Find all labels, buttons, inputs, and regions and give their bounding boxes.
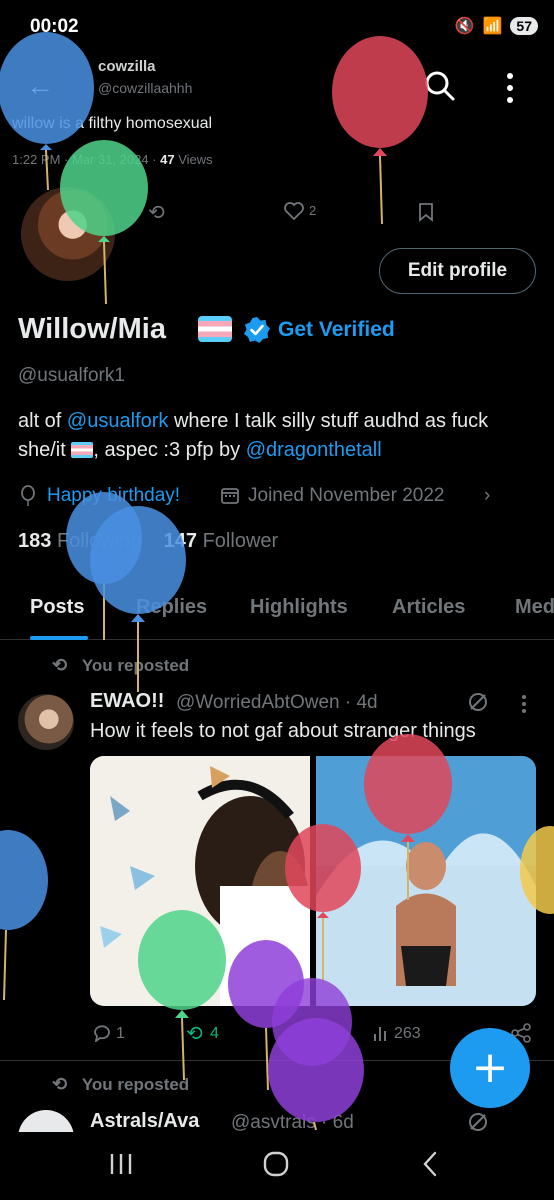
status-icons: 🔇 📶 57 <box>455 16 538 36</box>
balloon-red-top <box>332 36 428 225</box>
status-time: 00:02 <box>30 16 79 37</box>
tab-posts[interactable]: Posts <box>30 596 84 619</box>
tweet1-name[interactable]: EWAO!! <box>90 690 164 713</box>
like-icon[interactable] <box>284 202 304 220</box>
chevron-right-icon[interactable]: › <box>484 485 490 507</box>
profile-avatar[interactable] <box>18 184 118 284</box>
back-arrow-icon[interactable]: ← <box>26 70 54 102</box>
tab-replies[interactable]: Replies <box>136 596 207 619</box>
tweet1-replies: 1 <box>116 1025 125 1042</box>
recents-icon[interactable] <box>108 1152 134 1176</box>
follow-stats: 183 Following 147 Follower <box>18 530 278 553</box>
trans-flag-emoji <box>198 316 232 342</box>
tweet2-handle[interactable]: @asvtrals · 6d <box>231 1112 354 1134</box>
repost-icon[interactable]: ⟲ <box>148 200 165 225</box>
tweet1-repost-line: ⟲ You reposted <box>52 655 189 676</box>
profile-meta-row: Happy birthday! Joined November 2022 › <box>18 482 538 510</box>
peek-tweet-time: 1:22 PM · Mar 31, 2024 · <box>12 152 157 167</box>
peek-tweet-text: willow is a filthy homosexual <box>12 115 213 132</box>
tweet2-repost-line: ⟲ You reposted <box>52 1074 189 1095</box>
bookmark-icon[interactable] <box>418 202 434 222</box>
peek-tweet-name: cowzilla <box>98 58 156 75</box>
compose-button[interactable]: + <box>450 1028 530 1108</box>
tweet1-media-right[interactable] <box>316 756 536 1006</box>
more-icon[interactable] <box>496 68 524 108</box>
get-verified-link[interactable]: Get Verified <box>278 318 395 342</box>
battery-indicator: 57 <box>510 17 538 35</box>
bio-mention-usualfork[interactable]: @usualfork <box>67 410 168 432</box>
trans-flag-emoji <box>71 442 94 458</box>
profile-bio: alt of @usualfork where I talk silly stu… <box>18 407 538 465</box>
tweet1-avatar[interactable] <box>18 694 74 750</box>
profile-tabs: Posts Replies Highlights Articles Media <box>0 582 554 640</box>
mute-icon[interactable] <box>466 690 490 714</box>
bio-text: alt of <box>18 410 67 432</box>
views-icon[interactable] <box>372 1024 390 1042</box>
tweet1-handle[interactable]: @WorriedAbtOwen · 4d <box>176 692 378 714</box>
following-label: Following <box>56 530 142 552</box>
peek-tweet-handle: @cowzillaahhh <box>98 80 193 96</box>
username: @usualfork1 <box>18 365 125 386</box>
joined-date: Joined November 2022 <box>248 485 445 506</box>
tweet1-text: How it feels to not gaf about stranger t… <box>90 720 476 742</box>
home-icon[interactable] <box>262 1150 290 1178</box>
balloon-icon <box>21 485 35 506</box>
peek-tweet-meta: 1:22 PM · Mar 31, 2024 · 47 Views <box>12 152 213 167</box>
edit-profile-button[interactable]: Edit profile <box>379 248 536 294</box>
tab-media[interactable]: Media <box>515 596 554 619</box>
tab-indicator <box>30 636 88 640</box>
tweet1-views: 263 <box>394 1025 421 1042</box>
verified-icon[interactable] <box>243 316 271 344</box>
peek-tweet-views-count: 47 <box>160 152 175 167</box>
mute-icon[interactable] <box>466 1110 490 1134</box>
media-image-right <box>316 756 536 1006</box>
calendar-icon <box>221 488 239 504</box>
tweet1-reposts: 4 <box>210 1025 219 1042</box>
followers-count: 147 <box>163 530 198 552</box>
android-nav-bar <box>0 1132 554 1200</box>
back-nav-icon[interactable] <box>420 1150 440 1178</box>
tab-articles[interactable]: Articles <box>392 596 465 619</box>
followers-label: Follower <box>202 530 279 552</box>
repost-icon: ⟲ <box>52 1074 68 1094</box>
tweet2-name[interactable]: Astrals/Ava <box>90 1110 199 1133</box>
search-icon[interactable] <box>420 66 460 106</box>
reply-icon[interactable] <box>92 1024 112 1042</box>
following-stat[interactable]: 183 Following <box>18 530 141 552</box>
mute-status-icon: 🔇 <box>454 18 475 35</box>
peek-tweet-views-label: Views <box>178 152 213 167</box>
media-image-left <box>90 756 310 1006</box>
tab-highlights[interactable]: Highlights <box>250 596 348 619</box>
display-name: Willow/Mia <box>18 313 166 345</box>
balloon-blue-left-edge <box>0 830 48 1001</box>
tweet-more-icon[interactable] <box>519 692 529 716</box>
repost-icon: ⟲ <box>52 655 68 675</box>
followers-stat[interactable]: 147 Follower <box>164 530 279 552</box>
repost-icon[interactable]: ⟲ <box>186 1021 203 1046</box>
tweet1-media-left[interactable] <box>90 756 310 1006</box>
repost-label: You reposted <box>81 1075 190 1094</box>
repost-label: You reposted <box>81 656 190 675</box>
bio-mention-dragonthetall[interactable]: @dragonthetall <box>246 439 382 461</box>
peek-tweet-likes: 2 <box>309 203 317 218</box>
following-count: 183 <box>18 530 52 552</box>
birthday-label: Happy birthday! <box>47 485 181 506</box>
wifi-icon: 📶 <box>482 18 503 35</box>
bio-text: , aspec :3 pfp by <box>93 439 246 461</box>
